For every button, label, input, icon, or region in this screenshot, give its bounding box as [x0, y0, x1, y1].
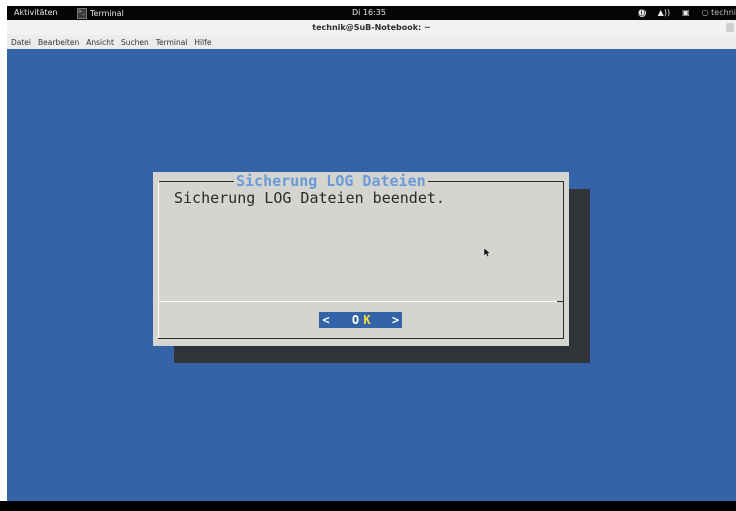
network-icon[interactable]: ▣ [682, 8, 690, 17]
user-menu[interactable]: ○ techni [702, 8, 736, 17]
menu-ansicht[interactable]: Ansicht [86, 38, 114, 47]
mouse-pointer-icon [484, 248, 491, 257]
dialog-separator [159, 301, 562, 302]
bottom-edge [0, 501, 736, 511]
user-name: techni [711, 8, 736, 17]
menu-suchen[interactable]: Suchen [121, 38, 149, 47]
menu-terminal[interactable]: Terminal [156, 38, 188, 47]
dialog-title: Sicherung LOG Dateien [234, 172, 428, 190]
dialog-border-left [158, 181, 159, 339]
menu-hilfe[interactable]: Hilfe [194, 38, 211, 47]
ok-button-right-bracket: > [389, 312, 402, 328]
menubar: Datei Bearbeiten Ansicht Suchen Terminal… [7, 35, 736, 49]
window-titlebar[interactable]: technik@SuB-Notebook: ~ [7, 20, 736, 35]
dialog-border-right [563, 181, 564, 339]
dialog-message: Sicherung LOG Dateien beendet. [174, 189, 445, 207]
ok-button-label-k: K [362, 312, 372, 328]
dialog-separator-tick [557, 301, 564, 302]
app-menu[interactable]: >_ Terminal [77, 7, 124, 19]
ok-button[interactable]: < O K > [319, 312, 402, 328]
ok-button-padding [372, 312, 389, 328]
app-menu-label: Terminal [90, 8, 124, 18]
activities-button[interactable]: Aktivitäten [14, 8, 58, 17]
menu-datei[interactable]: Datei [11, 38, 31, 47]
dialog-border-bottom [158, 338, 564, 339]
accessibility-icon[interactable]: ⓘ [637, 8, 646, 17]
ok-button-label-o: O [349, 312, 362, 328]
ok-button-left-bracket: < [319, 312, 333, 328]
clock[interactable]: Di 16:35 [352, 8, 386, 17]
system-tray: ⓘ ▲)) ▣ ○ techni [637, 8, 736, 17]
user-icon: ○ [701, 8, 709, 17]
window-title: technik@SuB-Notebook: ~ [312, 23, 431, 32]
volume-icon[interactable]: ▲)) [658, 8, 670, 17]
ok-button-padding [333, 312, 349, 328]
top-panel: Aktivitäten >_ Terminal Di 16:35 ⓘ ▲)) ▣… [7, 6, 736, 20]
menu-bearbeiten[interactable]: Bearbeiten [38, 38, 79, 47]
terminal-app-icon: >_ [77, 7, 87, 19]
window-close-button[interactable] [726, 23, 734, 32]
